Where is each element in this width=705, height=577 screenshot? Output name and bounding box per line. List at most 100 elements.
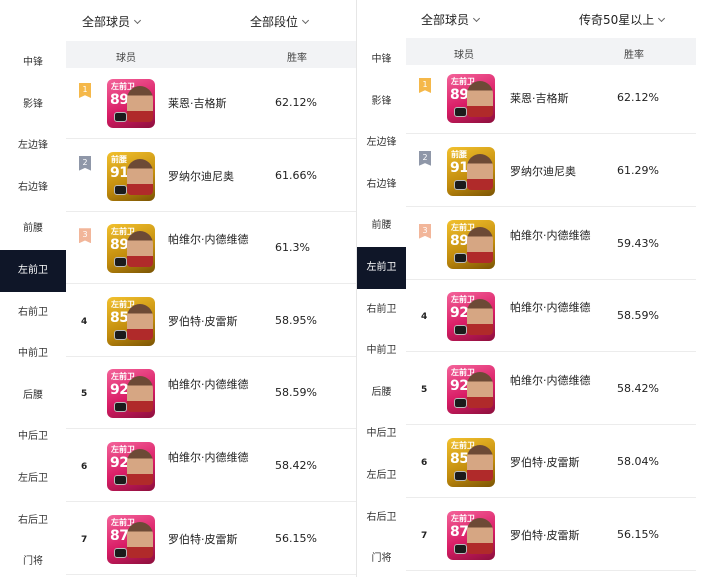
player-card[interactable]: 前腰 91 [107, 151, 155, 201]
table-row[interactable]: 3 左前卫 89 帕维尔·内德维德 59.43% [406, 210, 696, 280]
player-name[interactable]: 罗纳尔迪尼奥 [168, 168, 254, 185]
player-name[interactable]: 罗伯特·皮雷斯 [168, 531, 254, 548]
sidebar-position-item[interactable]: 前腰 [357, 205, 406, 247]
header-winrate: 胜率 [624, 50, 644, 61]
win-rate: 58.59% [617, 309, 659, 323]
table-row[interactable]: 6 左前卫 85 罗伯特·皮雷斯 58.04% [406, 428, 696, 498]
sidebar-position-item[interactable]: 右后卫 [0, 500, 66, 542]
player-card[interactable]: 左前卫 89 [447, 219, 495, 269]
card-rating: 85 [450, 451, 469, 467]
sidebar-position-item[interactable]: 前腰 [0, 208, 66, 250]
win-rate: 62.12% [617, 91, 659, 104]
player-card[interactable]: 左前卫 92 [447, 365, 495, 415]
player-portrait [467, 226, 493, 263]
table-row[interactable]: 6 左前卫 92 帕维尔·内德维德 58.42% [66, 432, 356, 502]
win-rate: 58.59% [275, 386, 317, 400]
player-name[interactable]: 帕维尔·内德维德 [510, 372, 596, 389]
sidebar-position-item[interactable]: 左前卫 [357, 247, 406, 289]
player-name[interactable]: 帕维尔·内德维德 [510, 299, 596, 316]
player-portrait [467, 372, 493, 409]
player-name[interactable]: 帕维尔·内德维德 [510, 227, 596, 244]
sidebar-position-item[interactable]: 影锋 [357, 81, 406, 123]
sidebar-position-item[interactable]: 门将 [0, 541, 66, 577]
player-card[interactable]: 左前卫 87 [107, 514, 155, 564]
table-row[interactable]: 7 左前卫 87 罗伯特·皮雷斯 56.15% [406, 501, 696, 571]
table-row[interactable]: 2 前腰 91 罗纳尔迪尼奥 61.66% [66, 142, 356, 212]
sidebar-position-item[interactable]: 后腰 [357, 372, 406, 414]
sidebar-position-item[interactable]: 右前卫 [0, 292, 66, 334]
player-filter-dropdown[interactable]: 全部球员 [82, 13, 142, 30]
table-row[interactable]: 1 左前卫 89 莱恩·吉格斯 62.12% [66, 69, 356, 139]
sidebar-position-item[interactable]: 左边锋 [357, 122, 406, 164]
sidebar-position-item[interactable]: 右边锋 [357, 164, 406, 206]
sidebar-position-item[interactable]: 中前卫 [0, 333, 66, 375]
table-row[interactable]: 5 左前卫 92 帕维尔·内德维德 58.42% [406, 355, 696, 426]
sidebar-position-item[interactable]: 左后卫 [357, 455, 406, 497]
rank-badge: 3 [79, 228, 91, 244]
sidebar-position-item[interactable]: 中后卫 [357, 413, 406, 455]
club-emblem-icon [454, 398, 467, 409]
player-card[interactable]: 左前卫 87 [447, 510, 495, 560]
player-name[interactable]: 帕维尔·内德维德 [168, 376, 254, 393]
sidebar-position-item[interactable]: 左后卫 [0, 458, 66, 500]
player-card[interactable]: 左前卫 85 [107, 296, 155, 346]
player-card[interactable]: 前腰 91 [447, 146, 495, 196]
player-card[interactable]: 左前卫 89 [107, 224, 155, 274]
sidebar-position-item[interactable]: 右后卫 [357, 497, 406, 539]
chevron-down-icon [133, 16, 142, 25]
win-rate: 62.12% [275, 96, 317, 109]
card-rating: 89 [110, 237, 129, 254]
club-emblem-icon [114, 547, 127, 558]
win-rate: 61.3% [275, 241, 310, 255]
tier-filter-label: 传奇50星以上 [579, 13, 655, 27]
table-row[interactable]: 4 左前卫 85 罗伯特·皮雷斯 58.95% [66, 287, 356, 357]
club-emblem-icon [454, 471, 467, 481]
sidebar-position-item[interactable]: 中前卫 [357, 330, 406, 372]
sidebar-position-item[interactable]: 中锋 [0, 42, 66, 84]
sidebar-position-item[interactable]: 中后卫 [0, 416, 66, 458]
player-name[interactable]: 帕维尔·内德维德 [168, 449, 254, 466]
player-portrait [467, 299, 493, 336]
table-row[interactable]: 2 前腰 91 罗纳尔迪尼奥 61.29% [406, 137, 696, 207]
sidebar-position-item[interactable]: 中锋 [357, 39, 406, 81]
player-name[interactable]: 罗伯特·皮雷斯 [510, 454, 596, 471]
sidebar-position-item[interactable]: 门将 [357, 538, 406, 577]
player-name[interactable]: 莱恩·吉格斯 [510, 90, 596, 107]
table-row[interactable]: 1 左前卫 89 莱恩·吉格斯 62.12% [406, 64, 696, 134]
table-row[interactable]: 5 左前卫 92 帕维尔·内德维德 58.59% [66, 359, 356, 430]
sidebar-position-item[interactable]: 右边锋 [0, 167, 66, 209]
player-filter-dropdown[interactable]: 全部球员 [421, 11, 481, 28]
player-card[interactable]: 左前卫 89 [447, 74, 495, 123]
sidebar-position-item[interactable]: 影锋 [0, 84, 66, 126]
player-card[interactable]: 左前卫 85 [447, 438, 495, 487]
table-row[interactable]: 4 左前卫 92 帕维尔·内德维德 58.59% [406, 282, 696, 353]
player-name[interactable]: 罗纳尔迪尼奥 [510, 163, 596, 180]
player-name[interactable]: 莱恩·吉格斯 [168, 95, 254, 112]
player-name[interactable]: 罗伯特·皮雷斯 [510, 527, 596, 544]
player-filter-label: 全部球员 [82, 15, 131, 29]
tier-filter-dropdown[interactable]: 全部段位 [250, 13, 310, 30]
sidebar-position-item[interactable]: 左边锋 [0, 125, 66, 167]
player-name[interactable]: 罗伯特·皮雷斯 [168, 313, 254, 330]
card-rating: 91 [110, 164, 129, 181]
card-rating: 91 [450, 159, 469, 176]
player-card[interactable]: 左前卫 89 [107, 79, 155, 128]
club-emblem-icon [114, 257, 127, 268]
table-row[interactable]: 7 左前卫 87 罗伯特·皮雷斯 56.15% [66, 505, 356, 575]
player-portrait [467, 517, 493, 554]
tier-filter-dropdown[interactable]: 传奇50星以上 [579, 11, 666, 28]
player-portrait [127, 303, 153, 340]
rank-number: 4 [421, 312, 428, 323]
player-card[interactable]: 左前卫 92 [107, 369, 155, 419]
player-portrait [467, 153, 493, 190]
table-row[interactable]: 3 左前卫 89 帕维尔·内德维德 61.3% [66, 214, 356, 285]
sidebar-position-item[interactable]: 右前卫 [357, 289, 406, 331]
player-card[interactable]: 左前卫 92 [107, 442, 155, 491]
sidebar-position-item[interactable]: 后腰 [0, 375, 66, 417]
player-name[interactable]: 帕维尔·内德维德 [168, 231, 254, 248]
sidebar-position-item[interactable]: 左前卫 [0, 250, 66, 292]
win-rate: 56.15% [617, 527, 659, 541]
rank-badge: 1 [419, 78, 431, 93]
club-emblem-icon [114, 475, 127, 485]
player-card[interactable]: 左前卫 92 [447, 292, 495, 342]
